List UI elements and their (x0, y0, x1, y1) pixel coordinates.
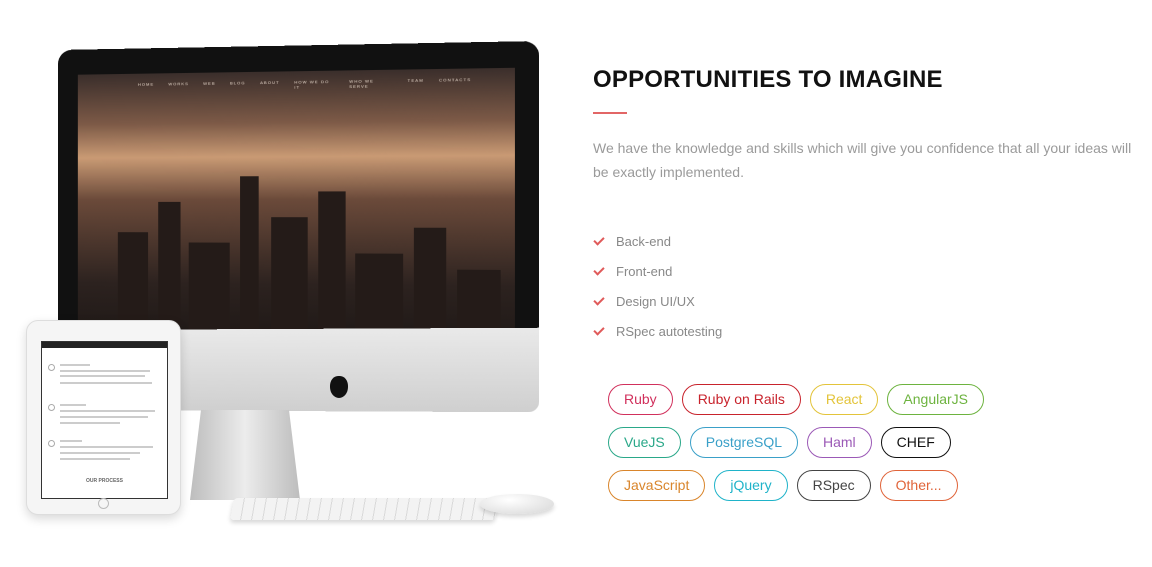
imac-nav-item: WEB (203, 80, 216, 86)
process-step-icon (48, 440, 55, 447)
text-line (60, 458, 130, 460)
opportunities-section: OPPORTUNITIES TO IMAGINE We have the kno… (593, 60, 1138, 346)
tag-row: Ruby Ruby on Rails React AngularJS (608, 384, 1028, 415)
feature-label: Back-end (616, 233, 671, 249)
feature-label: RSpec autotesting (616, 323, 723, 339)
imac-stand (190, 410, 300, 500)
imac-nav-item: BLOG (229, 80, 246, 86)
ipad-home-button (98, 498, 109, 509)
tag-rspec[interactable]: RSpec (796, 470, 871, 501)
imac-display-cityscape: HOME WORKS WEB BLOG ABOUT HOW WE DO IT W… (77, 67, 515, 360)
imac-nav-item: HOW WE DO IT (294, 78, 330, 90)
text-line (60, 375, 145, 377)
text-line (60, 416, 148, 418)
text-line (60, 452, 140, 454)
ipad-header-bar (42, 342, 167, 348)
tag-postgresql[interactable]: PostgreSQL (689, 427, 798, 458)
check-icon (593, 265, 605, 277)
tag-javascript[interactable]: JavaScript (608, 470, 706, 501)
imac-nav-item: WHO WE SERVE (349, 78, 374, 90)
feature-label: Front-end (616, 263, 673, 279)
check-icon (593, 235, 605, 247)
process-step-icon (48, 404, 55, 411)
mouse-icon (480, 494, 554, 514)
tag-other[interactable]: Other... (879, 470, 958, 501)
section-title: OPPORTUNITIES TO IMAGINE (593, 66, 943, 93)
tag-chef[interactable]: CHEF (880, 427, 951, 458)
tag-haml[interactable]: Haml (807, 427, 872, 458)
text-line (60, 422, 120, 424)
feature-label: Design UI/UX (616, 293, 695, 309)
tag-row: VueJS PostgreSQL Haml CHEF (608, 427, 1028, 458)
feature-item: RSpec autotesting (593, 316, 1138, 346)
feature-list: Back-end Front-end Design UI/UX RSpec au… (593, 226, 1138, 346)
text-line (60, 440, 82, 442)
tag-ruby[interactable]: Ruby (608, 384, 673, 415)
ipad-screen: OUR PROCESS (41, 341, 168, 499)
title-underline (593, 112, 627, 114)
tag-ruby-on-rails[interactable]: Ruby on Rails (681, 384, 801, 415)
imac-website-nav: HOME WORKS WEB BLOG ABOUT HOW WE DO IT W… (138, 77, 471, 92)
check-icon (593, 295, 605, 307)
imac-nav-item: TEAM (407, 77, 424, 84)
imac-nav-item: ABOUT (260, 79, 280, 86)
tag-react[interactable]: React (809, 384, 879, 415)
text-line (60, 370, 150, 372)
section-description: We have the knowledge and skills which w… (593, 140, 1132, 180)
text-line (60, 410, 155, 412)
keyboard-icon (230, 498, 499, 520)
imac-nav-item: HOME (137, 81, 155, 87)
check-icon (593, 325, 605, 337)
imac-nav-item: CONTACTS (438, 76, 472, 83)
technology-tags: Ruby Ruby on Rails React AngularJS VueJS… (608, 384, 1028, 513)
ipad-device: OUR PROCESS (26, 320, 181, 515)
text-line (60, 404, 86, 406)
text-line (60, 446, 153, 448)
tag-jquery[interactable]: jQuery (714, 470, 788, 501)
tag-row: JavaScript jQuery RSpec Other... (608, 470, 1028, 501)
feature-item: Back-end (593, 226, 1138, 256)
text-line (60, 364, 90, 366)
ipad-caption: OUR PROCESS (86, 478, 123, 484)
tag-angularjs[interactable]: AngularJS (887, 384, 985, 415)
devices-illustration: HOME WORKS WEB BLOG ABOUT HOW WE DO IT W… (0, 0, 580, 567)
process-step-icon (48, 364, 55, 371)
tag-vuejs[interactable]: VueJS (608, 427, 681, 458)
apple-logo-icon (330, 376, 348, 398)
feature-item: Design UI/UX (593, 286, 1138, 316)
feature-item: Front-end (593, 256, 1138, 286)
text-line (60, 382, 152, 384)
imac-nav-item: WORKS (168, 81, 189, 87)
